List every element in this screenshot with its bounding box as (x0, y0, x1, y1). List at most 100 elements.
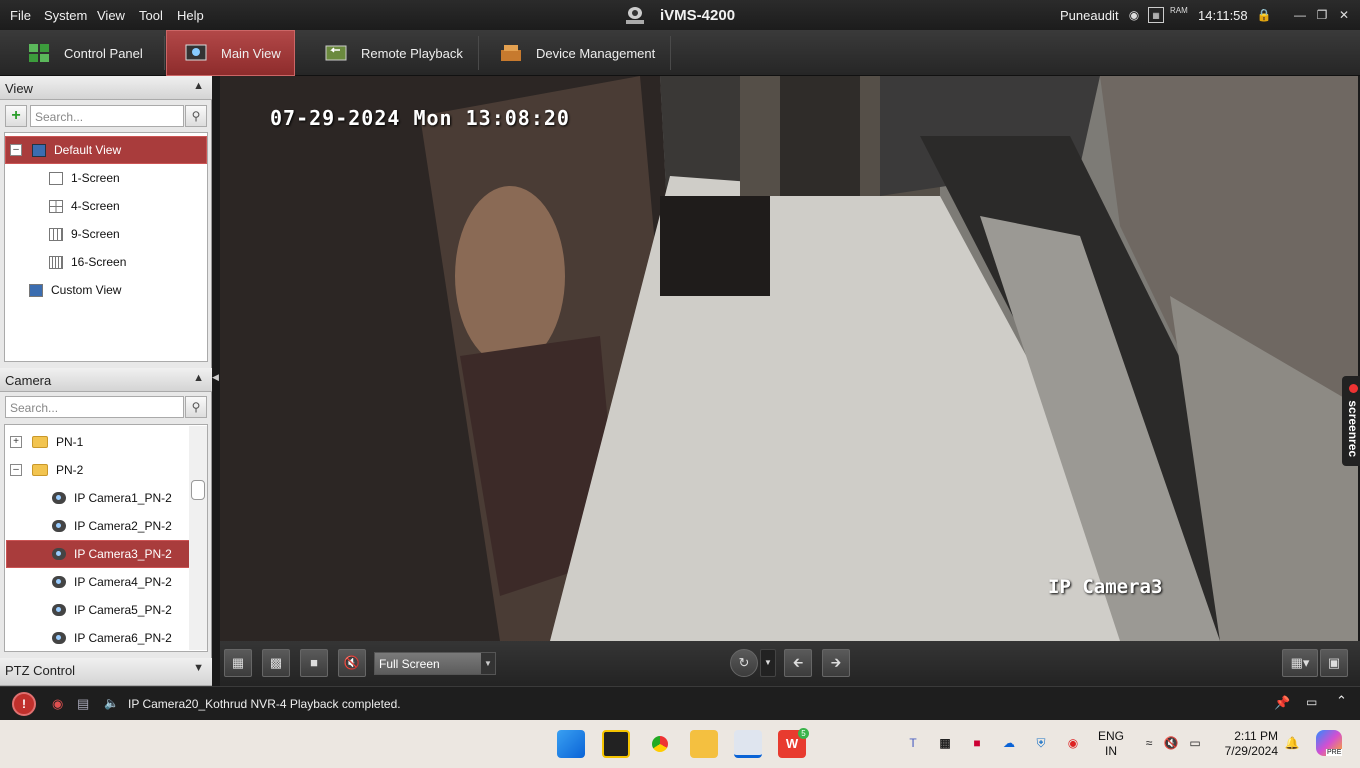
tree-item-default-view[interactable]: – Default View (5, 136, 207, 164)
pin-icon[interactable]: 📌 (1274, 695, 1290, 711)
ram-icon[interactable]: RAM (1170, 7, 1188, 23)
device-event-icon[interactable]: ▤ (77, 696, 89, 712)
tree-item-custom-view[interactable]: Custom View (29, 276, 121, 304)
mute-icon[interactable]: 🔇 (338, 649, 366, 677)
chrome-icon[interactable] (646, 730, 674, 758)
lock-icon[interactable]: 🔒 (1256, 7, 1272, 23)
restore-button[interactable]: ❐ (1312, 6, 1332, 24)
screen-mode-value: Full Screen (379, 657, 440, 671)
module-tabbar: Control Panel Main View Remote Playback … (0, 30, 1360, 76)
alarm-event-icon[interactable]: ◉ (52, 696, 63, 712)
alarm-icon[interactable]: ! (12, 692, 36, 716)
camera-tree-scrollbar[interactable] (189, 426, 207, 650)
tray-app2-icon[interactable]: ■ (968, 734, 986, 752)
file-explorer-icon[interactable] (690, 730, 718, 758)
tree-item-4-screen[interactable]: 4-Screen (49, 192, 120, 220)
next-page-icon[interactable]: 🡲 (822, 649, 850, 677)
search-icon[interactable]: ⚲ (185, 396, 207, 418)
layout-icon[interactable]: ▩ (262, 649, 290, 677)
menu-file[interactable]: File (10, 8, 31, 23)
teams-icon[interactable]: T (904, 734, 922, 752)
panel-collapse-handle-icon[interactable]: ◀ (212, 372, 220, 384)
tree-item-camera[interactable]: IP Camera2_PN-2 (52, 512, 172, 540)
collapse-icon[interactable]: ▲ (193, 372, 204, 384)
layout-4-icon (49, 199, 63, 213)
window-division-icon[interactable]: ▦▾ (1282, 649, 1318, 677)
folder-icon (32, 436, 48, 448)
tree-item-camera[interactable]: IP Camera4_PN-2 (52, 568, 172, 596)
camera-panel-header[interactable]: Camera ▲ (0, 368, 212, 392)
clock-time: 2:11 PM (1234, 729, 1278, 743)
ptz-panel-header[interactable]: PTZ Control ▼ (0, 658, 212, 686)
collapse-toggle-icon[interactable]: – (10, 464, 22, 476)
hdd-icon[interactable]: ▦ (1148, 7, 1164, 23)
add-view-button[interactable]: + (5, 105, 27, 127)
volume-muted-icon[interactable]: 🔇 (1162, 734, 1180, 752)
camera-feed-image (220, 76, 1358, 641)
expand-up-icon[interactable]: ⌃ (1336, 693, 1347, 709)
stop-all-icon[interactable]: ■ (300, 649, 328, 677)
view-panel-header[interactable]: View ▲ (0, 76, 212, 100)
tree-item-pn-1[interactable]: + PN-1 (10, 428, 83, 456)
language-indicator[interactable]: ENG IN (1098, 729, 1124, 759)
screenrec-badge[interactable]: screenrec (1342, 376, 1360, 466)
tree-item-camera[interactable]: IP Camera5_PN-2 (52, 596, 172, 624)
status-message: IP Camera20_Kothrud NVR-4 Playback compl… (128, 697, 401, 711)
menu-tool[interactable]: Tool (139, 8, 163, 23)
menubar-clock: 14:11:58 (1198, 8, 1248, 23)
collapse-toggle-icon[interactable]: – (10, 144, 22, 156)
save-view-icon[interactable]: ▦ (224, 649, 252, 677)
control-panel-icon (29, 44, 49, 62)
battery-icon[interactable]: ▭ (1186, 734, 1204, 752)
search-icon[interactable]: ⚲ (185, 105, 207, 127)
scrollbar-thumb[interactable] (191, 480, 205, 500)
tree-item-1-screen[interactable]: 1-Screen (49, 164, 120, 192)
close-button[interactable]: ✕ (1334, 6, 1354, 24)
tab-main-view[interactable]: Main View (166, 30, 295, 76)
status-bar: ! ◉ ▤ 🔈 IP Camera20_Kothrud NVR-4 Playba… (0, 686, 1360, 720)
wifi-icon[interactable]: ≈ (1140, 734, 1158, 752)
screen-mode-select[interactable]: Full Screen ▼ (374, 652, 496, 675)
tab-device-management[interactable]: Device Management (500, 30, 670, 76)
chevron-down-icon[interactable]: ▼ (760, 649, 776, 677)
refresh-icon[interactable]: ↻ (730, 649, 758, 677)
sticky-notes-icon[interactable] (602, 730, 630, 758)
previous-page-icon[interactable]: 🡰 (784, 649, 812, 677)
menu-view[interactable]: View (97, 8, 125, 23)
osd-camera-name: IP Camera3 (1048, 576, 1163, 598)
live-video-pane[interactable]: 07-29-2024 Mon 13:08:20 IP Camera3 (220, 76, 1358, 641)
tree-item-pn-2[interactable]: – PN-2 (10, 456, 83, 484)
tray-app-icon[interactable]: ▦ (936, 734, 954, 752)
expand-icon[interactable]: ▼ (193, 662, 204, 674)
menu-help[interactable]: Help (177, 8, 204, 23)
record-icon[interactable]: ◉ (1064, 734, 1082, 752)
tab-remote-playback[interactable]: Remote Playback (325, 30, 475, 76)
system-clock[interactable]: 2:11 PM 7/29/2024 (1220, 729, 1278, 759)
screenrec-label: screenrec (1346, 400, 1360, 458)
tab-control-panel[interactable]: Control Panel (28, 30, 160, 76)
tree-item-camera[interactable]: IP Camera1_PN-2 (52, 484, 172, 512)
window-icon[interactable]: ▭ (1306, 695, 1317, 709)
tree-item-16-screen[interactable]: 16-Screen (49, 248, 126, 276)
audio-event-icon[interactable]: 🔈 (104, 696, 119, 710)
tree-item-camera[interactable]: IP Camera6_PN-2 (52, 624, 172, 651)
tree-item-9-screen[interactable]: 9-Screen (49, 220, 120, 248)
tree-item-camera-selected[interactable]: IP Camera3_PN-2 (6, 540, 190, 568)
fullscreen-icon[interactable]: ▣ (1320, 649, 1348, 677)
camera-search-input[interactable]: Search... (5, 396, 184, 418)
layout-16-icon (49, 255, 63, 269)
collapse-icon[interactable]: ▲ (193, 80, 204, 92)
view-search-input[interactable]: Search... (30, 105, 184, 127)
notification-bell-icon[interactable]: 🔔 (1283, 734, 1301, 752)
tree-item-label: IP Camera5_PN-2 (74, 603, 172, 617)
minimize-button[interactable]: — (1290, 6, 1310, 24)
camera-icon (52, 548, 66, 560)
onedrive-icon[interactable]: ☁ (1000, 734, 1018, 752)
ivms-taskbar-icon[interactable] (734, 730, 762, 758)
menu-system[interactable]: System (44, 8, 87, 23)
chevron-down-icon[interactable]: ▼ (481, 653, 495, 674)
expand-toggle-icon[interactable]: + (10, 436, 22, 448)
globe-icon[interactable]: ◉ (1126, 7, 1142, 23)
start-icon[interactable] (557, 730, 585, 758)
security-icon[interactable]: ⛨ (1032, 734, 1050, 752)
